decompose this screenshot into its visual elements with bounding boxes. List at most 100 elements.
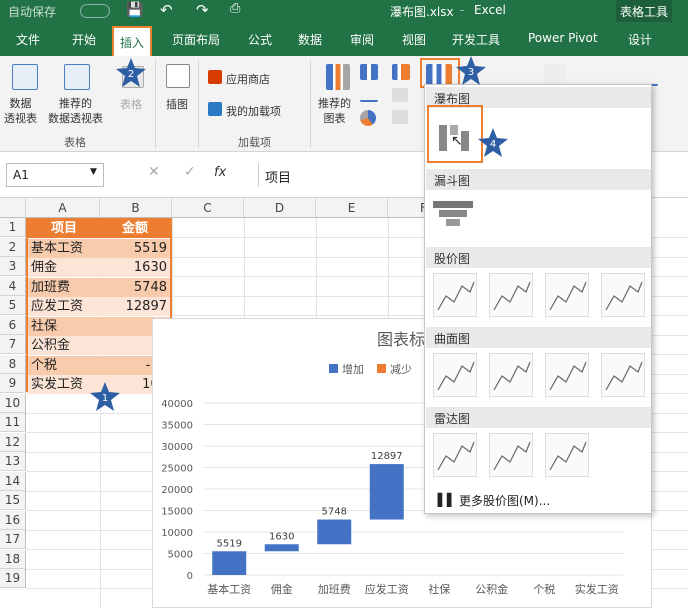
x-tick-label: 个税	[533, 582, 555, 596]
more-stock-charts-link[interactable]: 更多股价图(M)...	[459, 492, 550, 509]
my-addins-button[interactable]: 我的加载项	[226, 103, 281, 119]
sparkline-icon[interactable]	[632, 64, 658, 86]
surface-section-header: 曲面图	[426, 327, 651, 348]
redo-icon[interactable]: ↷	[196, 1, 209, 19]
tab-review[interactable]: 审阅	[350, 31, 374, 48]
surface-chart-option[interactable]	[489, 353, 533, 397]
radar-chart-option[interactable]	[433, 433, 477, 477]
row-header[interactable]: 18	[0, 549, 26, 569]
chevron-down-icon[interactable]: ▼	[90, 167, 97, 177]
row-header[interactable]: 17	[0, 530, 26, 549]
tab-design[interactable]: 设计	[628, 31, 652, 48]
scatter-chart-icon[interactable]	[392, 110, 408, 124]
recommended-pivot-icon[interactable]	[64, 64, 90, 90]
hierarchy-chart-icon[interactable]	[392, 64, 410, 80]
illustrations-button[interactable]: 插图	[166, 96, 188, 112]
tab-formulas[interactable]: 公式	[248, 31, 272, 48]
formula-input[interactable]: 项目	[258, 163, 418, 187]
table-cell-amount[interactable]: 12897	[100, 297, 170, 316]
table-header-amount[interactable]: 金额	[100, 219, 170, 238]
row-header[interactable]: 13	[0, 452, 26, 471]
select-all-corner[interactable]	[0, 198, 26, 218]
row-header[interactable]: 16	[0, 510, 26, 530]
row-header[interactable]: 3	[0, 257, 26, 276]
app-name: Excel	[474, 3, 506, 17]
radar-chart-option[interactable]	[545, 433, 589, 477]
stock-chart-option[interactable]	[433, 273, 477, 317]
table-cell-amount[interactable]: 1630	[100, 258, 170, 277]
table-cell-item[interactable]: 个税	[28, 355, 100, 375]
tab-home[interactable]: 开始	[72, 31, 96, 48]
svg-text:4: 4	[490, 139, 496, 150]
row-header[interactable]: 6	[0, 315, 26, 335]
tab-data[interactable]: 数据	[298, 31, 322, 48]
insert-function-icon[interactable]: fx	[214, 165, 226, 180]
confirm-icon[interactable]: ✓	[184, 164, 196, 180]
illustrations-icon[interactable]	[166, 64, 190, 88]
row-header[interactable]: 11	[0, 413, 26, 432]
surface-chart-option[interactable]	[545, 353, 589, 397]
ribbon-tabs: 文件 开始 插入 页面布局 公式 数据 审阅 视图 开发工具 Power Piv…	[0, 22, 688, 56]
row-header[interactable]: 9	[0, 374, 26, 393]
autosave-toggle[interactable]	[80, 4, 110, 18]
table-button[interactable]: 表格	[120, 96, 142, 112]
undo-icon[interactable]: ↶	[160, 1, 173, 19]
y-tick-label: 0	[187, 571, 193, 582]
row-header[interactable]: 19	[0, 569, 26, 588]
funnel-section-header: 漏斗图	[426, 169, 651, 190]
recommended-charts-button[interactable]: 推荐的 图表	[318, 96, 351, 126]
table-cell-item[interactable]: 应发工资	[28, 297, 100, 316]
table-cell-amount[interactable]: 5519	[100, 238, 170, 258]
save-icon[interactable]: 💾	[126, 2, 143, 18]
waterfall-bar	[317, 519, 352, 545]
pivot-chart-icon[interactable]	[544, 64, 566, 86]
recommended-pivot-button[interactable]: 推荐的 数据透视表	[48, 96, 103, 126]
surface-chart-option[interactable]	[433, 353, 477, 397]
column-header[interactable]: A	[26, 198, 100, 218]
tab-view[interactable]: 视图	[402, 31, 426, 48]
table-header-item[interactable]: 项目	[28, 219, 100, 238]
column-header[interactable]: D	[244, 198, 316, 218]
row-header[interactable]: 10	[0, 393, 26, 413]
column-header[interactable]: C	[172, 198, 244, 218]
tab-page-layout[interactable]: 页面布局	[172, 31, 220, 48]
table-cell-item[interactable]: 加班费	[28, 277, 100, 297]
pivot-table-icon[interactable]	[12, 64, 38, 90]
column-header[interactable]: E	[316, 198, 388, 218]
table-cell-item[interactable]: 社保	[28, 316, 100, 336]
table-cell-amount[interactable]: 5748	[100, 277, 170, 297]
cancel-icon[interactable]: ✕	[148, 164, 160, 180]
statistic-chart-icon[interactable]	[392, 88, 408, 102]
row-header[interactable]: 2	[0, 237, 26, 257]
row-header[interactable]: 1	[0, 218, 26, 237]
store-button[interactable]: 应用商店	[226, 71, 270, 87]
stock-chart-option[interactable]	[601, 273, 645, 317]
row-header[interactable]: 4	[0, 276, 26, 296]
funnel-chart-option[interactable]	[433, 197, 475, 231]
table-cell-item[interactable]: 佣金	[28, 258, 100, 277]
stock-chart-option[interactable]	[545, 273, 589, 317]
row-header[interactable]: 12	[0, 432, 26, 452]
recommended-charts-icon[interactable]	[326, 64, 350, 90]
line-chart-icon[interactable]	[360, 88, 378, 102]
row-header[interactable]: 5	[0, 296, 26, 315]
radar-chart-option[interactable]	[489, 433, 533, 477]
row-header[interactable]: 14	[0, 471, 26, 491]
row-header[interactable]: 7	[0, 335, 26, 354]
print-preview-icon[interactable]: ⎙	[230, 1, 240, 16]
pivot-table-button[interactable]: 数据 透视表	[4, 96, 37, 126]
table-cell-item[interactable]: 公积金	[28, 336, 100, 355]
column-chart-icon[interactable]	[360, 64, 378, 80]
tab-developer[interactable]: 开发工具	[452, 31, 500, 48]
tab-insert[interactable]: 插入	[112, 26, 153, 56]
tab-file[interactable]: 文件	[16, 31, 40, 48]
row-header[interactable]: 8	[0, 354, 26, 374]
pie-chart-icon[interactable]	[360, 110, 376, 126]
row-header[interactable]: 15	[0, 491, 26, 510]
surface-chart-option[interactable]	[601, 353, 645, 397]
table-cell-item[interactable]: 基本工资	[28, 238, 100, 258]
tab-power-pivot[interactable]: Power Pivot	[528, 31, 598, 45]
x-tick-label: 社保	[428, 582, 450, 596]
column-header[interactable]: B	[100, 198, 172, 218]
stock-chart-option[interactable]	[489, 273, 533, 317]
